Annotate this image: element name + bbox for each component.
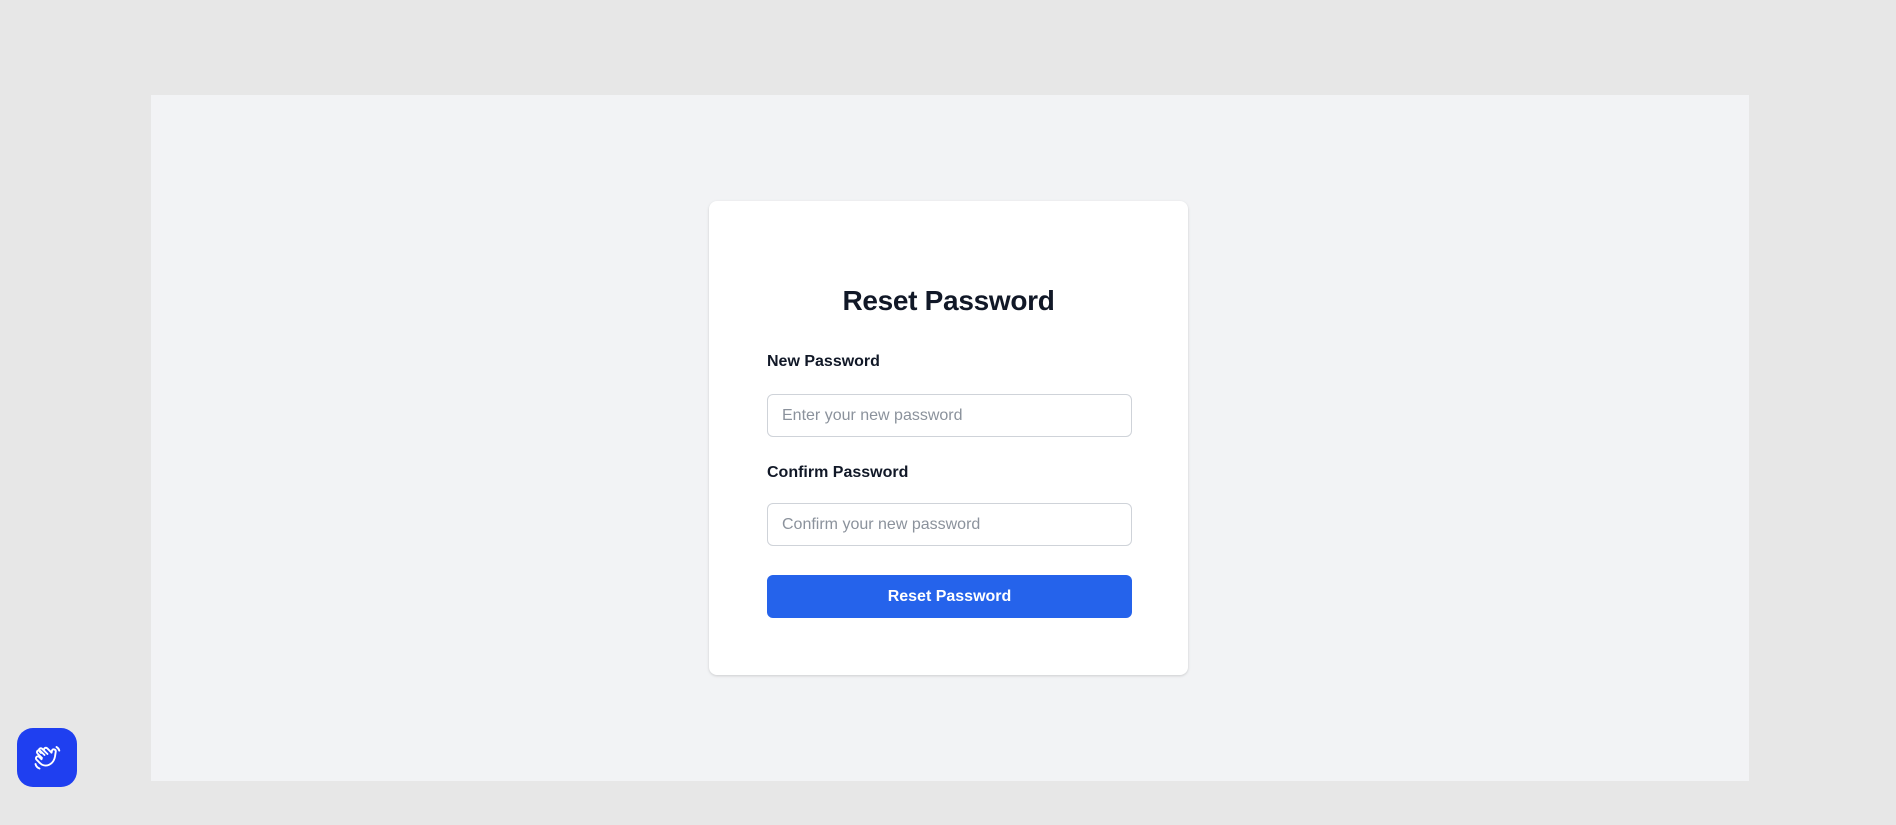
page-container: Reset Password New Password Confirm Pass…: [151, 95, 1749, 781]
page-title: Reset Password: [842, 285, 1055, 316]
confirm-password-input[interactable]: [767, 503, 1132, 546]
new-password-label: New Password: [767, 353, 880, 370]
reset-password-button[interactable]: Reset Password: [767, 575, 1132, 618]
chat-widget-button[interactable]: [17, 728, 77, 787]
new-password-input[interactable]: [767, 394, 1132, 437]
confirm-password-label: Confirm Password: [767, 464, 909, 481]
waving-hand-icon: [32, 743, 62, 773]
reset-password-card: Reset Password New Password Confirm Pass…: [709, 201, 1188, 675]
